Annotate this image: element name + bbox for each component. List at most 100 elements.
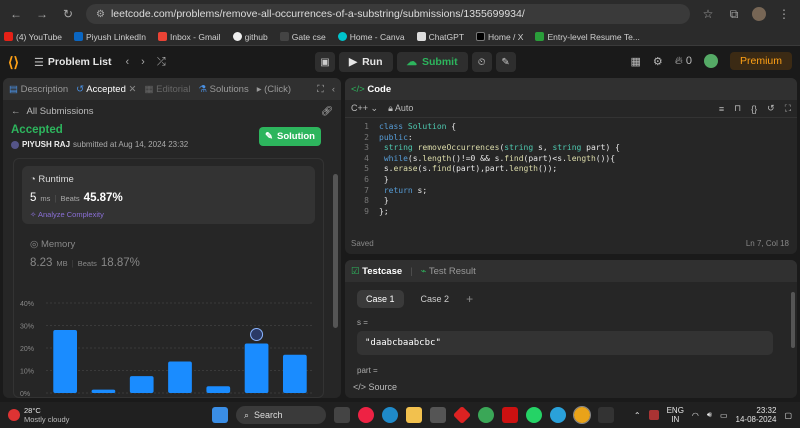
- tray-app-icon[interactable]: [648, 410, 659, 420]
- settings-icon[interactable]: ⚙: [653, 55, 663, 68]
- tab-editorial[interactable]: ▦ Editorial: [144, 84, 190, 95]
- solution-button[interactable]: ✎ Solution: [259, 127, 321, 146]
- wifi-icon[interactable]: ◠: [692, 411, 699, 420]
- back-icon[interactable]: ←: [8, 6, 24, 22]
- bookmark-gate[interactable]: Gate cse: [279, 32, 326, 42]
- format-icon[interactable]: ≡: [719, 104, 724, 114]
- chart-bar[interactable]: [129, 376, 154, 393]
- code-editor[interactable]: 1 class Solution { 2 public: 3 string remo…: [345, 118, 797, 217]
- battery-icon[interactable]: ▭: [720, 411, 728, 420]
- mcafee-icon[interactable]: [502, 407, 518, 423]
- all-submissions-link[interactable]: All Submissions: [27, 106, 94, 117]
- chart-bar[interactable]: [91, 389, 116, 393]
- share-link-icon[interactable]: 🔗︎: [321, 106, 333, 117]
- taskbar-search[interactable]: ⌕ Search: [236, 406, 326, 424]
- chrome-alt-icon[interactable]: [478, 407, 494, 423]
- shuffle-icon[interactable]: ⤮: [157, 56, 166, 69]
- runtime-card[interactable]: ◔ Runtime 5 ms | Beats 45.87% ✧ Analyze …: [22, 166, 315, 224]
- chart-bar[interactable]: [53, 330, 78, 393]
- tab-test-result[interactable]: ⌁ Test Result: [421, 266, 476, 277]
- forward-icon[interactable]: →: [34, 6, 50, 22]
- weather-widget[interactable]: 28°C Mostly cloudy: [8, 406, 69, 424]
- profile-avatar[interactable]: [752, 7, 766, 21]
- chart-bar[interactable]: [244, 343, 269, 394]
- s-input[interactable]: "daabcbaabcbc": [357, 331, 773, 355]
- bookmark-x[interactable]: Home / X: [476, 32, 523, 42]
- more-menu-icon[interactable]: ⋮: [776, 6, 792, 22]
- tab-click[interactable]: ▸ (Click): [257, 84, 291, 95]
- analyze-complexity-link[interactable]: ✧ Analyze Complexity: [30, 210, 104, 219]
- bookmark-star-icon[interactable]: ☆: [700, 6, 716, 22]
- auto-toggle[interactable]: 🔒︎ Auto: [388, 103, 413, 114]
- bookmark-chatgpt[interactable]: ChatGPT: [416, 32, 464, 42]
- chart-bar[interactable]: [168, 361, 192, 394]
- problem-list-link[interactable]: Problem List: [48, 56, 112, 68]
- windows-start-icon[interactable]: [212, 407, 228, 423]
- tab-accepted[interactable]: ↺ Accepted ✕: [76, 84, 136, 95]
- collapse-icon[interactable]: ‹: [332, 84, 335, 95]
- tab-solutions[interactable]: ⚗ Solutions: [198, 84, 248, 95]
- bookmark-icon[interactable]: ⊓: [734, 103, 741, 114]
- site-info-icon[interactable]: ⚙: [96, 9, 105, 20]
- store-icon[interactable]: [430, 407, 446, 423]
- username[interactable]: PIYUSH RAJ: [22, 140, 70, 149]
- fullscreen-icon[interactable]: ⛶: [785, 103, 791, 114]
- bookmark-github[interactable]: github: [232, 32, 268, 42]
- folder-icon[interactable]: [406, 407, 422, 423]
- runtime-distribution-chart[interactable]: 40% 30% 20% 10% 0%: [18, 297, 318, 397]
- run-button[interactable]: ▶ Run: [339, 52, 393, 72]
- language-indicator[interactable]: ENG IN: [667, 406, 684, 424]
- back-arrow-icon[interactable]: ←: [11, 106, 21, 117]
- notifications-icon[interactable]: ▢: [784, 411, 792, 420]
- close-tab-icon[interactable]: ✕: [129, 84, 137, 95]
- timer-icon[interactable]: ⏲: [471, 52, 492, 72]
- braces-icon[interactable]: {}: [751, 104, 757, 114]
- bookmark-linkedin[interactable]: Piyush LinkedIn: [74, 32, 146, 42]
- streak[interactable]: 🔥︎ 0: [675, 55, 692, 68]
- add-case-icon[interactable]: +: [466, 292, 473, 306]
- testcase-scrollbar[interactable]: [791, 292, 795, 348]
- copilot-icon[interactable]: [358, 407, 374, 423]
- bookmark-canva[interactable]: Home - Canva: [337, 32, 405, 42]
- dark-app-icon[interactable]: [598, 407, 614, 423]
- whatsapp-icon[interactable]: [526, 407, 542, 423]
- code-line: 9};: [364, 206, 389, 216]
- bookmark-youtube[interactable]: (4) YouTube: [4, 32, 62, 42]
- tab-testcase[interactable]: ☑ Testcase: [351, 266, 402, 277]
- case-1-tab[interactable]: Case 1: [357, 290, 404, 308]
- user-avatar[interactable]: [703, 54, 718, 68]
- case-2-tab[interactable]: Case 2: [412, 290, 459, 308]
- submit-button[interactable]: ☁ Submit: [396, 52, 468, 72]
- language-select[interactable]: C++ ⌄: [351, 103, 378, 114]
- tray-chevron-icon[interactable]: ⌃: [634, 411, 641, 420]
- reload-icon[interactable]: ↻: [60, 6, 76, 22]
- edge-icon[interactable]: [382, 407, 398, 423]
- prev-problem-icon[interactable]: ‹: [125, 56, 129, 68]
- left-scrollbar[interactable]: [333, 174, 338, 328]
- extensions-icon[interactable]: ⧉: [726, 6, 742, 22]
- tab-code[interactable]: </> Code: [351, 84, 391, 95]
- status-accepted: Accepted: [11, 124, 63, 136]
- memory-card[interactable]: ◎ Memory 8.23 MB | Beats 18.87%: [22, 234, 315, 284]
- red-app-icon[interactable]: [452, 405, 472, 425]
- reset-icon[interactable]: ↺: [767, 103, 775, 114]
- address-bar[interactable]: ⚙ leetcode.com/problems/remove-all-occur…: [86, 4, 690, 24]
- chrome-icon[interactable]: [573, 406, 591, 424]
- source-link[interactable]: </> Source: [353, 382, 397, 392]
- volume-icon[interactable]: 🔊︎: [707, 410, 712, 420]
- leetcode-logo[interactable]: ⟨⟩: [8, 54, 28, 71]
- file-explorer-icon[interactable]: [334, 407, 350, 423]
- next-problem-icon[interactable]: ›: [141, 56, 145, 68]
- layout-icon[interactable]: ▦: [630, 55, 640, 68]
- premium-button[interactable]: Premium: [729, 52, 792, 70]
- debug-icon[interactable]: ▣: [315, 52, 335, 72]
- bookmark-resume[interactable]: Entry-level Resume Te...: [535, 32, 640, 42]
- telegram-icon[interactable]: [550, 407, 566, 423]
- expand-icon[interactable]: ⛶: [317, 84, 324, 95]
- chart-bar[interactable]: [206, 386, 231, 393]
- clock[interactable]: 23:32 14-08-2024: [736, 406, 777, 424]
- chart-bar[interactable]: [282, 354, 307, 393]
- tab-description[interactable]: ▤ Description: [9, 84, 68, 95]
- bookmark-gmail[interactable]: Inbox - Gmail: [158, 32, 221, 42]
- notes-icon[interactable]: ✎: [495, 52, 516, 72]
